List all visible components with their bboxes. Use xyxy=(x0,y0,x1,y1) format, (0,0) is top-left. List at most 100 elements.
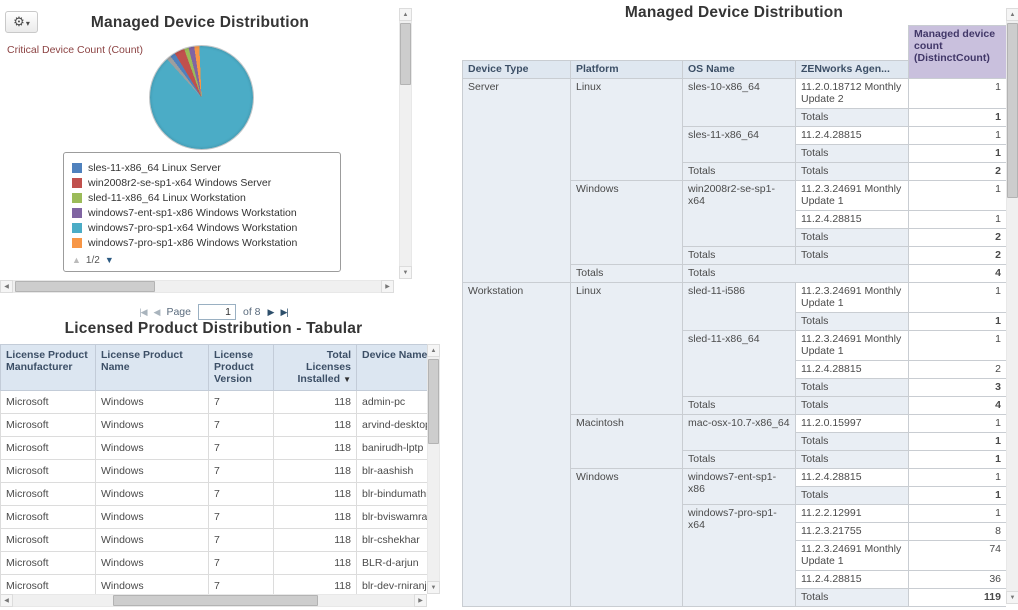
table-cell: 118 xyxy=(274,391,357,414)
table-cell: Microsoft xyxy=(1,391,96,414)
column-header-label: License Product Name xyxy=(101,349,183,373)
scroll-right-icon[interactable] xyxy=(414,594,427,607)
table-cell: 118 xyxy=(274,483,357,506)
table-cell: Microsoft xyxy=(1,460,96,483)
licensed-vertical-scrollbar[interactable] xyxy=(427,344,440,594)
crosstab-total-count-cell: 2 xyxy=(909,229,1007,247)
pie-panel-vertical-scrollbar[interactable] xyxy=(399,8,412,279)
legend-page-down-icon[interactable] xyxy=(105,255,114,266)
table-row: MicrosoftWindows7118arvind-desktop xyxy=(1,414,428,437)
crosstab-totals-cell: Totals xyxy=(796,487,909,505)
table-cell: 118 xyxy=(274,437,357,460)
pager-next-icon[interactable] xyxy=(268,308,274,317)
table-cell: Windows xyxy=(96,529,209,552)
scroll-down-icon[interactable] xyxy=(399,266,412,279)
licensed-table: License Product ManufacturerLicense Prod… xyxy=(0,344,427,594)
scrollbar-thumb[interactable] xyxy=(428,359,439,444)
column-header[interactable]: Total Licenses Installed▼ xyxy=(274,345,357,391)
crosstab-totals-cell: Totals xyxy=(683,397,796,415)
crosstab-totals-cell: Totals xyxy=(683,247,796,265)
table-cell: banirudh-lptp xyxy=(357,437,428,460)
scroll-up-icon[interactable] xyxy=(1006,8,1018,21)
crosstab-agent-cell: 11.2.0.15997 xyxy=(796,415,909,433)
crosstab-agent-cell: 11.2.3.24691 Monthly Update 1 xyxy=(796,181,909,211)
pager-first-icon[interactable] xyxy=(139,308,146,317)
crosstab-totals-cell: Totals xyxy=(796,247,909,265)
crosstab-count-cell: 1 xyxy=(909,505,1007,523)
crosstab-count-cell: 1 xyxy=(909,211,1007,229)
scroll-right-icon[interactable] xyxy=(381,280,394,293)
crosstab-count-cell: 8 xyxy=(909,523,1007,541)
table-row: MicrosoftWindows7118admin-pc xyxy=(1,391,428,414)
column-header-device-type[interactable]: Device Type xyxy=(463,61,571,79)
scrollbar-track[interactable] xyxy=(13,594,414,607)
crosstab-totals-cell: Totals xyxy=(796,145,909,163)
table-cell: 7 xyxy=(209,437,274,460)
crosstab-total-count-cell: 1 xyxy=(909,109,1007,127)
table-cell: Microsoft xyxy=(1,506,96,529)
crosstab-totals-cell: Totals xyxy=(796,379,909,397)
table-cell: blr-bindumathi xyxy=(357,483,428,506)
scrollbar-thumb[interactable] xyxy=(113,595,318,606)
crosstab-total-count-cell: 4 xyxy=(909,397,1007,415)
pie-panel-horizontal-scrollbar[interactable] xyxy=(0,280,394,293)
table-cell: Windows xyxy=(96,460,209,483)
table-cell: Windows xyxy=(96,391,209,414)
legend-item-label: windows7-pro-sp1-x64 Windows Workstation xyxy=(88,222,297,234)
crosstab-total-count-cell: 1 xyxy=(909,451,1007,469)
crosstab-vertical-scrollbar[interactable] xyxy=(1006,8,1018,604)
table-cell: 7 xyxy=(209,575,274,595)
pie-measure-label: Critical Device Count (Count) xyxy=(7,44,143,56)
column-header[interactable]: License Product Manufacturer xyxy=(1,345,96,391)
scrollbar-track[interactable] xyxy=(427,357,440,581)
pager-prev-icon[interactable] xyxy=(154,308,160,317)
table-row: MicrosoftWindows7118blr-bviswamraju xyxy=(1,506,428,529)
scrollbar-track[interactable] xyxy=(399,21,412,266)
legend-swatch xyxy=(72,238,82,248)
legend-page-up-icon[interactable] xyxy=(72,255,81,266)
column-header-platform[interactable]: Platform xyxy=(571,61,683,79)
page-number-input[interactable] xyxy=(198,304,236,320)
scrollbar-thumb[interactable] xyxy=(400,23,411,85)
licensed-horizontal-scrollbar[interactable] xyxy=(0,594,427,607)
column-header[interactable]: License Product Version xyxy=(209,345,274,391)
pager-last-icon[interactable] xyxy=(280,308,287,317)
table-cell: 7 xyxy=(209,414,274,437)
scroll-down-icon[interactable] xyxy=(1006,591,1018,604)
crosstab-totals-cell: Totals xyxy=(683,163,796,181)
column-header-zenworks-agent[interactable]: ZENworks Agen... xyxy=(796,61,909,79)
column-header-managed-device-count[interactable]: Managed device count (DistinctCount) xyxy=(909,26,1007,79)
table-cell: 118 xyxy=(274,529,357,552)
scroll-left-icon[interactable] xyxy=(0,594,13,607)
scroll-up-icon[interactable] xyxy=(427,344,440,357)
scrollbar-track[interactable] xyxy=(1006,21,1018,591)
crosstab-agent-cell: 11.2.3.24691 Monthly Update 1 xyxy=(796,283,909,313)
column-header-os-name[interactable]: OS Name xyxy=(683,61,796,79)
pie-chart[interactable] xyxy=(150,46,253,149)
crosstab-totals-cell: Totals xyxy=(796,397,909,415)
crosstab-totals-cell: Totals xyxy=(796,451,909,469)
legend-item-label: win2008r2-se-sp1-x64 Windows Server xyxy=(88,177,271,189)
crosstab-group-cell: Server xyxy=(463,79,571,283)
scrollbar-thumb[interactable] xyxy=(1007,23,1018,198)
scroll-left-icon[interactable] xyxy=(0,280,13,293)
crosstab-totals-cell: Totals xyxy=(796,589,909,607)
crosstab-count-cell: 2 xyxy=(909,361,1007,379)
table-cell: 7 xyxy=(209,529,274,552)
column-header[interactable]: License Product Name xyxy=(96,345,209,391)
table-cell: blr-dev-rniranjan xyxy=(357,575,428,595)
scroll-down-icon[interactable] xyxy=(427,581,440,594)
crosstab-group-cell: windows7-pro-sp1-x64 xyxy=(683,505,796,607)
header-spacer xyxy=(463,26,909,61)
scroll-up-icon[interactable] xyxy=(399,8,412,21)
crosstab-totals-cell: Totals xyxy=(796,313,909,331)
scrollbar-track[interactable] xyxy=(13,280,381,293)
crosstab-group-cell: sles-10-x86_64 xyxy=(683,79,796,127)
crosstab-total-count-cell: 3 xyxy=(909,379,1007,397)
crosstab-group-cell: Windows xyxy=(571,181,683,265)
scrollbar-thumb[interactable] xyxy=(15,281,155,292)
legend-page-indicator: 1/2 xyxy=(86,255,100,266)
dashboard: Managed Device Distribution Critical Dev… xyxy=(0,0,1018,610)
table-cell: Windows xyxy=(96,575,209,595)
column-header[interactable]: Device Name xyxy=(357,345,428,391)
